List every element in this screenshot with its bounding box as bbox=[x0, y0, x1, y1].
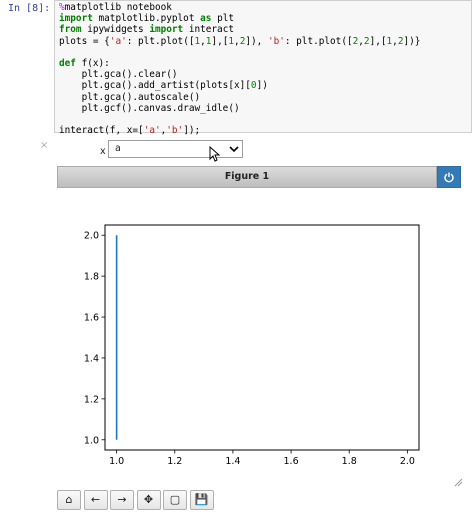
code-line: from ipywidgets import interact bbox=[59, 24, 467, 35]
back-arrow-button[interactable]: ← bbox=[83, 490, 108, 510]
home-button[interactable]: ⌂ bbox=[57, 490, 81, 510]
y-tick-label: 1.6 bbox=[84, 313, 99, 324]
save-button[interactable]: 💾 bbox=[189, 490, 214, 510]
x-tick-label: 1.2 bbox=[167, 456, 182, 467]
code-token: ],[ bbox=[369, 35, 387, 47]
code-token: 'a' bbox=[143, 125, 161, 137]
x-tick-label: 1.4 bbox=[225, 456, 240, 467]
dropdown-label: x bbox=[100, 146, 106, 157]
forward-arrow-button[interactable]: → bbox=[110, 490, 134, 510]
y-tick-label: 1.8 bbox=[84, 272, 99, 283]
code-token: 'b' bbox=[267, 35, 285, 47]
back-arrow-icon: ← bbox=[90, 493, 101, 506]
code-token: ]) bbox=[256, 80, 268, 92]
figure-title-bar: Figure 1 bbox=[57, 166, 437, 188]
code-line: interact(f, x=['a','b']); bbox=[59, 125, 467, 136]
pan-move-icon: ✥ bbox=[143, 493, 154, 506]
code-token: 'a' bbox=[109, 35, 127, 47]
code-token: : plt.plot([ bbox=[126, 35, 195, 47]
close-widget-icon[interactable]: × bbox=[40, 140, 48, 151]
plot-axes-frame bbox=[104, 224, 420, 451]
figure-title: Figure 1 bbox=[224, 171, 270, 182]
code-token: plt bbox=[211, 13, 234, 25]
code-line: def f(x): bbox=[59, 58, 467, 69]
code-line: plt.gca().add_artist(plots[x][0]) bbox=[59, 80, 467, 91]
plot-canvas[interactable]: 1.0 1.2 1.4 1.6 1.8 2.0 1.0 1.2 1.4 1.6 1.8 2.0 bbox=[80, 220, 440, 480]
zoom-rect-button[interactable]: ▢ bbox=[163, 490, 187, 510]
code-token: as bbox=[200, 13, 212, 25]
y-tick-label: 1.2 bbox=[84, 394, 99, 405]
y-tick-label: 1.0 bbox=[84, 435, 99, 446]
code-token: from bbox=[59, 24, 82, 36]
mouse-cursor-icon bbox=[209, 145, 221, 162]
x-tick-label: 1.8 bbox=[342, 456, 357, 467]
code-token: plt.gca().add_artist(plots[x][ bbox=[59, 80, 251, 92]
code-line: plt.gca().autoscale() bbox=[59, 92, 467, 103]
code-token: ],[ bbox=[211, 35, 229, 47]
resize-handle-icon[interactable] bbox=[453, 477, 463, 487]
code-token: interact bbox=[183, 24, 234, 36]
code-token: ]), bbox=[245, 35, 268, 47]
code-token: import bbox=[59, 13, 93, 25]
code-token: def bbox=[59, 57, 76, 69]
home-icon: ⌂ bbox=[65, 493, 73, 506]
code-token: ipywidgets bbox=[81, 24, 150, 36]
code-token: matplotlib.pyplot bbox=[92, 13, 201, 25]
x-dropdown[interactable]: a bbox=[108, 140, 243, 158]
code-token: ])} bbox=[403, 35, 421, 47]
forward-arrow-icon: → bbox=[117, 493, 127, 506]
save-icon: 💾 bbox=[194, 493, 209, 506]
code-cell-editor[interactable]: %matplotlib notebook import matplotlib.py… bbox=[54, 0, 472, 136]
x-tick-label: 1.0 bbox=[109, 456, 124, 467]
code-line: import matplotlib.pyplot as plt bbox=[59, 13, 467, 24]
x-tick-label: 1.6 bbox=[284, 456, 299, 467]
code-token: f(x): bbox=[75, 57, 110, 69]
code-line: %matplotlib notebook bbox=[59, 2, 467, 13]
code-token: : plt.plot([ bbox=[284, 35, 353, 47]
code-token: 'b' bbox=[166, 125, 184, 137]
chevron-down-icon bbox=[229, 141, 239, 163]
code-token: matplotlib notebook bbox=[64, 2, 172, 13]
code-token: interact(f, x=[ bbox=[59, 125, 144, 137]
x-tick-label: 2.0 bbox=[400, 456, 415, 467]
code-token: plt.gca().autoscale() bbox=[59, 91, 201, 103]
code-token: plt.gca().clear() bbox=[59, 69, 178, 81]
code-token: plots = { bbox=[59, 35, 110, 47]
y-tick-label: 1.4 bbox=[84, 353, 99, 364]
zoom-rect-icon: ▢ bbox=[169, 493, 181, 506]
code-token: ]); bbox=[183, 125, 201, 137]
code-token: plt.gcf().canvas.draw_idle() bbox=[59, 102, 240, 114]
code-token: import bbox=[149, 24, 184, 36]
cell-prompt: In [8]: bbox=[8, 3, 51, 14]
code-line: plots = {'a': plt.plot([1,1],[1,2]), 'b'… bbox=[59, 36, 467, 47]
code-line: plt.gcf().canvas.draw_idle() bbox=[59, 103, 467, 114]
close-figure-button[interactable] bbox=[437, 166, 461, 188]
dropdown-selected-value: a bbox=[115, 143, 121, 154]
y-tick-label: 2.0 bbox=[84, 231, 99, 242]
code-line: plt.gca().clear() bbox=[59, 69, 467, 80]
power-icon bbox=[444, 172, 454, 183]
pan-move-button[interactable]: ✥ bbox=[136, 490, 161, 510]
